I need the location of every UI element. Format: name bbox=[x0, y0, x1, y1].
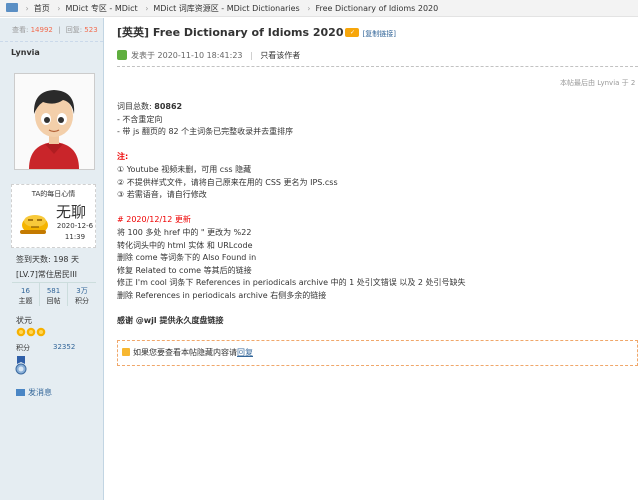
home-icon[interactable] bbox=[6, 3, 18, 12]
envelope-icon bbox=[16, 389, 25, 396]
reply-link[interactable]: 回复 bbox=[237, 348, 253, 357]
copy-link-button[interactable]: [复制链接] bbox=[362, 30, 395, 38]
breadcrumb-thread[interactable]: Free Dictionary of Idioms 2020 bbox=[315, 4, 438, 13]
body-line: - 不含重定向 bbox=[117, 114, 163, 124]
update-line: 删除 References in periodicals archive 右侧多… bbox=[117, 290, 327, 300]
entry-count: 词目总数: 80862 bbox=[117, 102, 183, 111]
breadcrumb: › 首页 › MDict 专区 - MDict › MDict 词库资源区 - MDi… bbox=[0, 0, 638, 17]
views-count: 14992 bbox=[30, 26, 53, 34]
avatar[interactable] bbox=[14, 73, 95, 170]
post-title: [英英] Free Dictionary of Idioms 2020 ✓ [复制链… bbox=[117, 26, 396, 39]
medal-icon bbox=[26, 327, 36, 337]
hidden-content-box: 如果您要查看本帖隐藏内容请回复 bbox=[117, 340, 638, 366]
breadcrumb-home[interactable]: 首页 bbox=[34, 4, 50, 13]
author-sidebar: 查看: 14992 | 回复: 523 Lynvia TA的每日心情 无聊 20… bbox=[0, 18, 104, 500]
thanks-line: 感谢 @wjl 提供永久度盘链接 bbox=[117, 316, 224, 326]
author-name[interactable]: Lynvia bbox=[0, 42, 103, 57]
update-line: 删除 come 等词条下的 Also Found in bbox=[117, 253, 257, 263]
user-rank[interactable]: [LV.7]常住居民III bbox=[16, 269, 77, 280]
breadcrumb-forum[interactable]: MDict 专区 - MDict bbox=[66, 4, 138, 13]
user-counts: 16 主题 581 回帖 3万 积分 bbox=[12, 282, 96, 306]
points-row: 积分 32352 bbox=[16, 343, 76, 352]
medal-icon bbox=[36, 327, 46, 337]
update-line: 转化词头中的 html 实体 和 URLcode bbox=[117, 240, 253, 250]
update-line: 修正 I'm cool 词条下 References in periodical… bbox=[117, 278, 466, 288]
medal-badge-icon[interactable] bbox=[15, 356, 27, 379]
count-replies[interactable]: 581 回帖 bbox=[40, 283, 68, 306]
new-icon: ✓ bbox=[345, 28, 360, 37]
update-title: # 2020/12/12 更新 bbox=[117, 215, 191, 225]
update-line: 将 100 多处 href 中的 " 更改为 %22 bbox=[117, 227, 252, 237]
medal-icon bbox=[16, 327, 26, 337]
send-message-button[interactable]: 发消息 bbox=[16, 387, 52, 398]
replies-count: 523 bbox=[84, 26, 98, 34]
status-medals bbox=[16, 327, 52, 340]
post-body: 词目总数: 80862 - 不含重定向 - 带 js 翻页的 82 个主词条已完… bbox=[117, 101, 638, 328]
note-line: ② 不提供样式文件，请将自己原来在用的 CSS 更名为 IPS.css bbox=[117, 177, 338, 187]
count-points[interactable]: 3万 积分 bbox=[68, 283, 96, 306]
note-title: 注: bbox=[117, 152, 129, 162]
bored-face-icon bbox=[18, 208, 50, 238]
points-value: 32352 bbox=[53, 343, 76, 351]
count-topics[interactable]: 16 主题 bbox=[12, 283, 40, 306]
edit-note: 本帖最后由 Lynvia 于 2 bbox=[560, 79, 636, 87]
post-meta: 发表于 2020-11-10 18:41:23 | 只看该作者 bbox=[117, 50, 300, 61]
update-line: 修复 Related to come 等其后的链接 bbox=[117, 265, 252, 275]
floor-tag-icon bbox=[117, 50, 127, 60]
daily-mood-box: TA的每日心情 无聊 2020-12-6 11:39 bbox=[11, 184, 96, 248]
note-line: ③ 若需语音，请自行修改 bbox=[117, 190, 207, 200]
body-line: - 带 js 翻页的 82 个主词条已完整收录并去重排序 bbox=[117, 127, 294, 137]
mood-word: 无聊 bbox=[56, 203, 87, 221]
meta-divider bbox=[117, 66, 638, 67]
note-line: ① Youtube 视频未删，可用 css 隐藏 bbox=[117, 164, 252, 174]
author-only-link[interactable]: 只看该作者 bbox=[260, 51, 300, 60]
status-label: 状元 bbox=[16, 316, 32, 325]
post-date: 发表于 2020-11-10 18:41:23 bbox=[131, 51, 243, 60]
mood-title: TA的每日心情 bbox=[31, 190, 76, 198]
breadcrumb-subforum[interactable]: MDict 词库资源区 - MDict Dictionaries bbox=[153, 4, 299, 13]
thread-stats: 查看: 14992 | 回复: 523 bbox=[0, 18, 103, 42]
mood-date: 2020-12-6 11:39 bbox=[56, 222, 94, 241]
sign-days: 签到天数: 198 天 bbox=[16, 255, 80, 264]
lock-icon bbox=[122, 348, 130, 356]
